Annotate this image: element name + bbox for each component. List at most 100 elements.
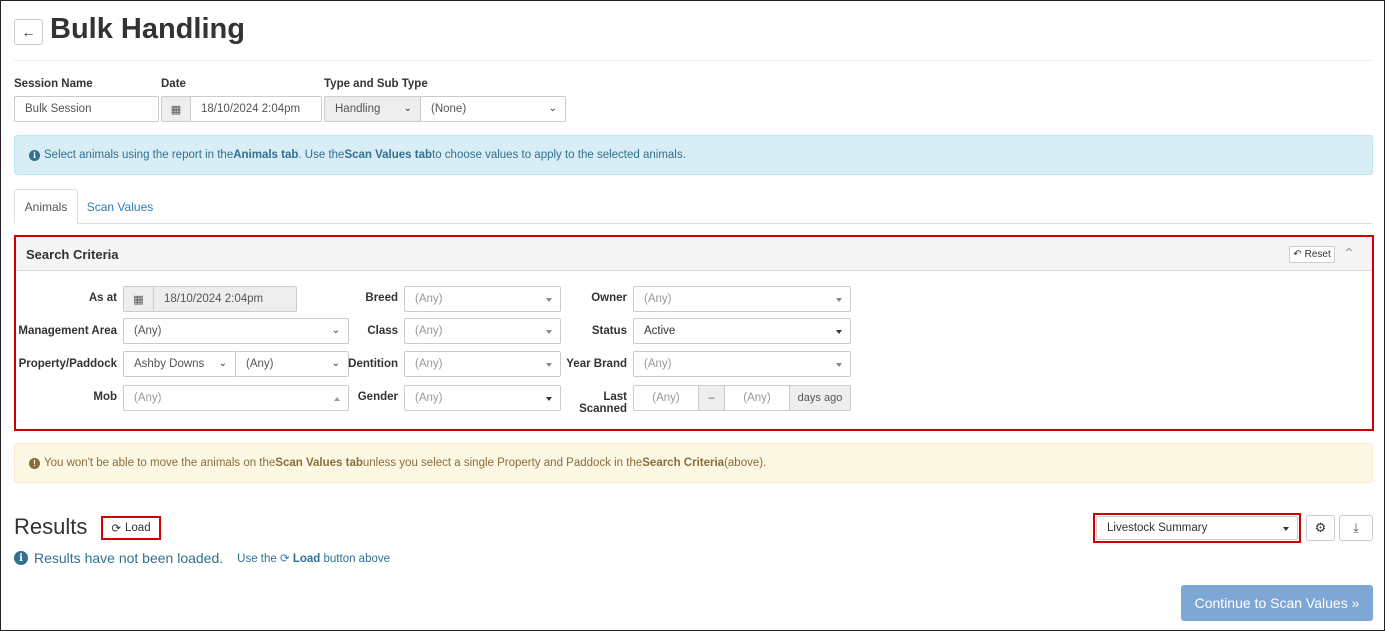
not-loaded-message: i Results have not been loaded. Use the … [14,550,390,566]
date-value: 18/10/2024 2:04pm [201,103,301,115]
gender-select[interactable]: (Any) [404,385,561,411]
owner-value: (Any) [644,293,672,305]
hint-bold: Load [292,553,321,565]
load-hint: Use the ⟳ Load button above [237,551,390,565]
management-area-select[interactable]: (Any) ⌄ [123,318,349,344]
class-select[interactable]: (Any) [404,318,561,344]
tab-scan-values[interactable]: Scan Values [80,189,160,224]
subtype-value: (None) [431,103,467,115]
mob-value: (Any) [134,392,162,404]
status-value: Active [644,325,676,337]
owner-label: Owner [591,292,627,304]
info-text: to choose values to apply to the selecte… [432,149,686,161]
warn-text: (above). [724,457,767,469]
mob-select[interactable]: (Any) [123,385,349,411]
year-brand-label: Year Brand [566,358,627,370]
last-scanned-label: Last Scanned [579,391,627,415]
breed-value: (Any) [415,293,443,305]
property-value: Ashby Downs [134,358,205,370]
load-button[interactable]: ⟳ Load [101,516,161,540]
download-icon: ⤓ [1353,520,1359,535]
exclamation-icon: ! [29,457,40,469]
refresh-icon: ⟳ [279,553,290,565]
subtype-select[interactable]: (None) ⌄ [420,96,566,122]
as-at-input: 18/10/2024 2:04pm [153,286,297,312]
session-name-input[interactable]: Bulk Session [14,96,159,122]
type-value: Handling [335,103,381,115]
breed-label: Breed [365,292,398,304]
undo-icon: ↶ [1293,249,1302,260]
results-title: Results [14,514,88,539]
days-ago-addon: days ago [789,385,851,411]
year-brand-select[interactable]: (Any) [633,351,851,377]
info-bold: Animals tab [233,149,299,161]
load-label: Load [125,522,151,534]
gear-icon: ⚙ [1314,520,1327,535]
chevron-down-icon: ⌄ [403,103,412,114]
type-subtype-label: Type and Sub Type [324,78,428,90]
report-value: Livestock Summary [1107,522,1208,534]
type-select[interactable]: Handling ⌄ [324,96,421,122]
caret-down-icon [1283,527,1289,531]
chevron-down-icon: ⌄ [331,358,340,369]
tab-animals[interactable]: Animals [14,189,78,224]
caret-down-icon [546,298,552,302]
hint-suffix: button above [323,553,391,565]
management-area-label: Management Area [18,325,117,337]
warn-bold: Scan Values tab [275,457,363,469]
settings-button[interactable]: ⚙ [1306,515,1335,541]
info-icon: i [14,551,28,565]
last-scanned-to-value: (Any) [743,392,771,404]
chevron-up-icon[interactable]: ⌃ [1343,245,1355,262]
caret-down-icon [836,298,842,302]
divider [14,60,1372,61]
info-bold: Scan Values tab [344,149,433,161]
report-select[interactable]: Livestock Summary [1096,516,1298,540]
paddock-select[interactable]: (Any) ⌄ [235,351,349,377]
panel-title: Search Criteria [26,247,119,262]
dentition-select[interactable]: (Any) [404,351,561,377]
last-scanned-from-input[interactable]: (Any) [633,385,699,411]
gender-label: Gender [357,391,398,403]
continue-button[interactable]: Continue to Scan Values » [1181,585,1373,621]
warning-alert: ! You won't be able to move the animals … [14,443,1373,483]
session-name-value: Bulk Session [25,103,92,115]
reset-label: Reset [1304,249,1331,260]
breed-select[interactable]: (Any) [404,286,561,312]
info-icon: i [29,149,40,161]
chevron-down-icon: ⌄ [218,358,227,369]
mob-label: Mob [93,391,117,403]
tabs-divider [14,223,1372,224]
last-scanned-from-value: (Any) [652,392,680,404]
download-button[interactable]: ⤓ [1339,515,1373,541]
status-select[interactable]: Active [633,318,851,344]
last-scanned-to-input[interactable]: (Any) [724,385,790,411]
range-separator: – [698,385,725,411]
caret-down-icon [546,330,552,334]
arrow-left-icon: ← [21,24,36,40]
dentition-value: (Any) [415,358,443,370]
property-select[interactable]: Ashby Downs ⌄ [123,351,236,377]
info-text: Select animals using the report in the [44,149,234,161]
caret-down-icon [546,397,552,401]
calendar-icon[interactable]: ▦ [161,96,191,122]
paddock-value: (Any) [246,358,274,370]
session-name-label: Session Name [14,78,93,90]
as-at-value: 18/10/2024 2:04pm [164,293,264,305]
reset-button[interactable]: ↶ Reset [1289,246,1335,263]
date-input[interactable]: 18/10/2024 2:04pm [190,96,322,122]
warn-bold: Search Criteria [642,457,725,469]
back-button[interactable]: ← [14,19,43,45]
not-loaded-text: Results have not been loaded. [34,550,224,566]
management-area-value: (Any) [134,325,162,337]
caret-down-icon [836,363,842,367]
hint-prefix: Use the [237,553,277,565]
owner-select[interactable]: (Any) [633,286,851,312]
info-text: . Use the [298,149,345,161]
caret-down-icon [546,363,552,367]
chevron-down-icon: ⌄ [548,103,557,114]
class-value: (Any) [415,325,443,337]
page-title: Bulk Handling [50,13,245,45]
class-label: Class [367,325,398,337]
calendar-icon: ▦ [123,286,154,312]
